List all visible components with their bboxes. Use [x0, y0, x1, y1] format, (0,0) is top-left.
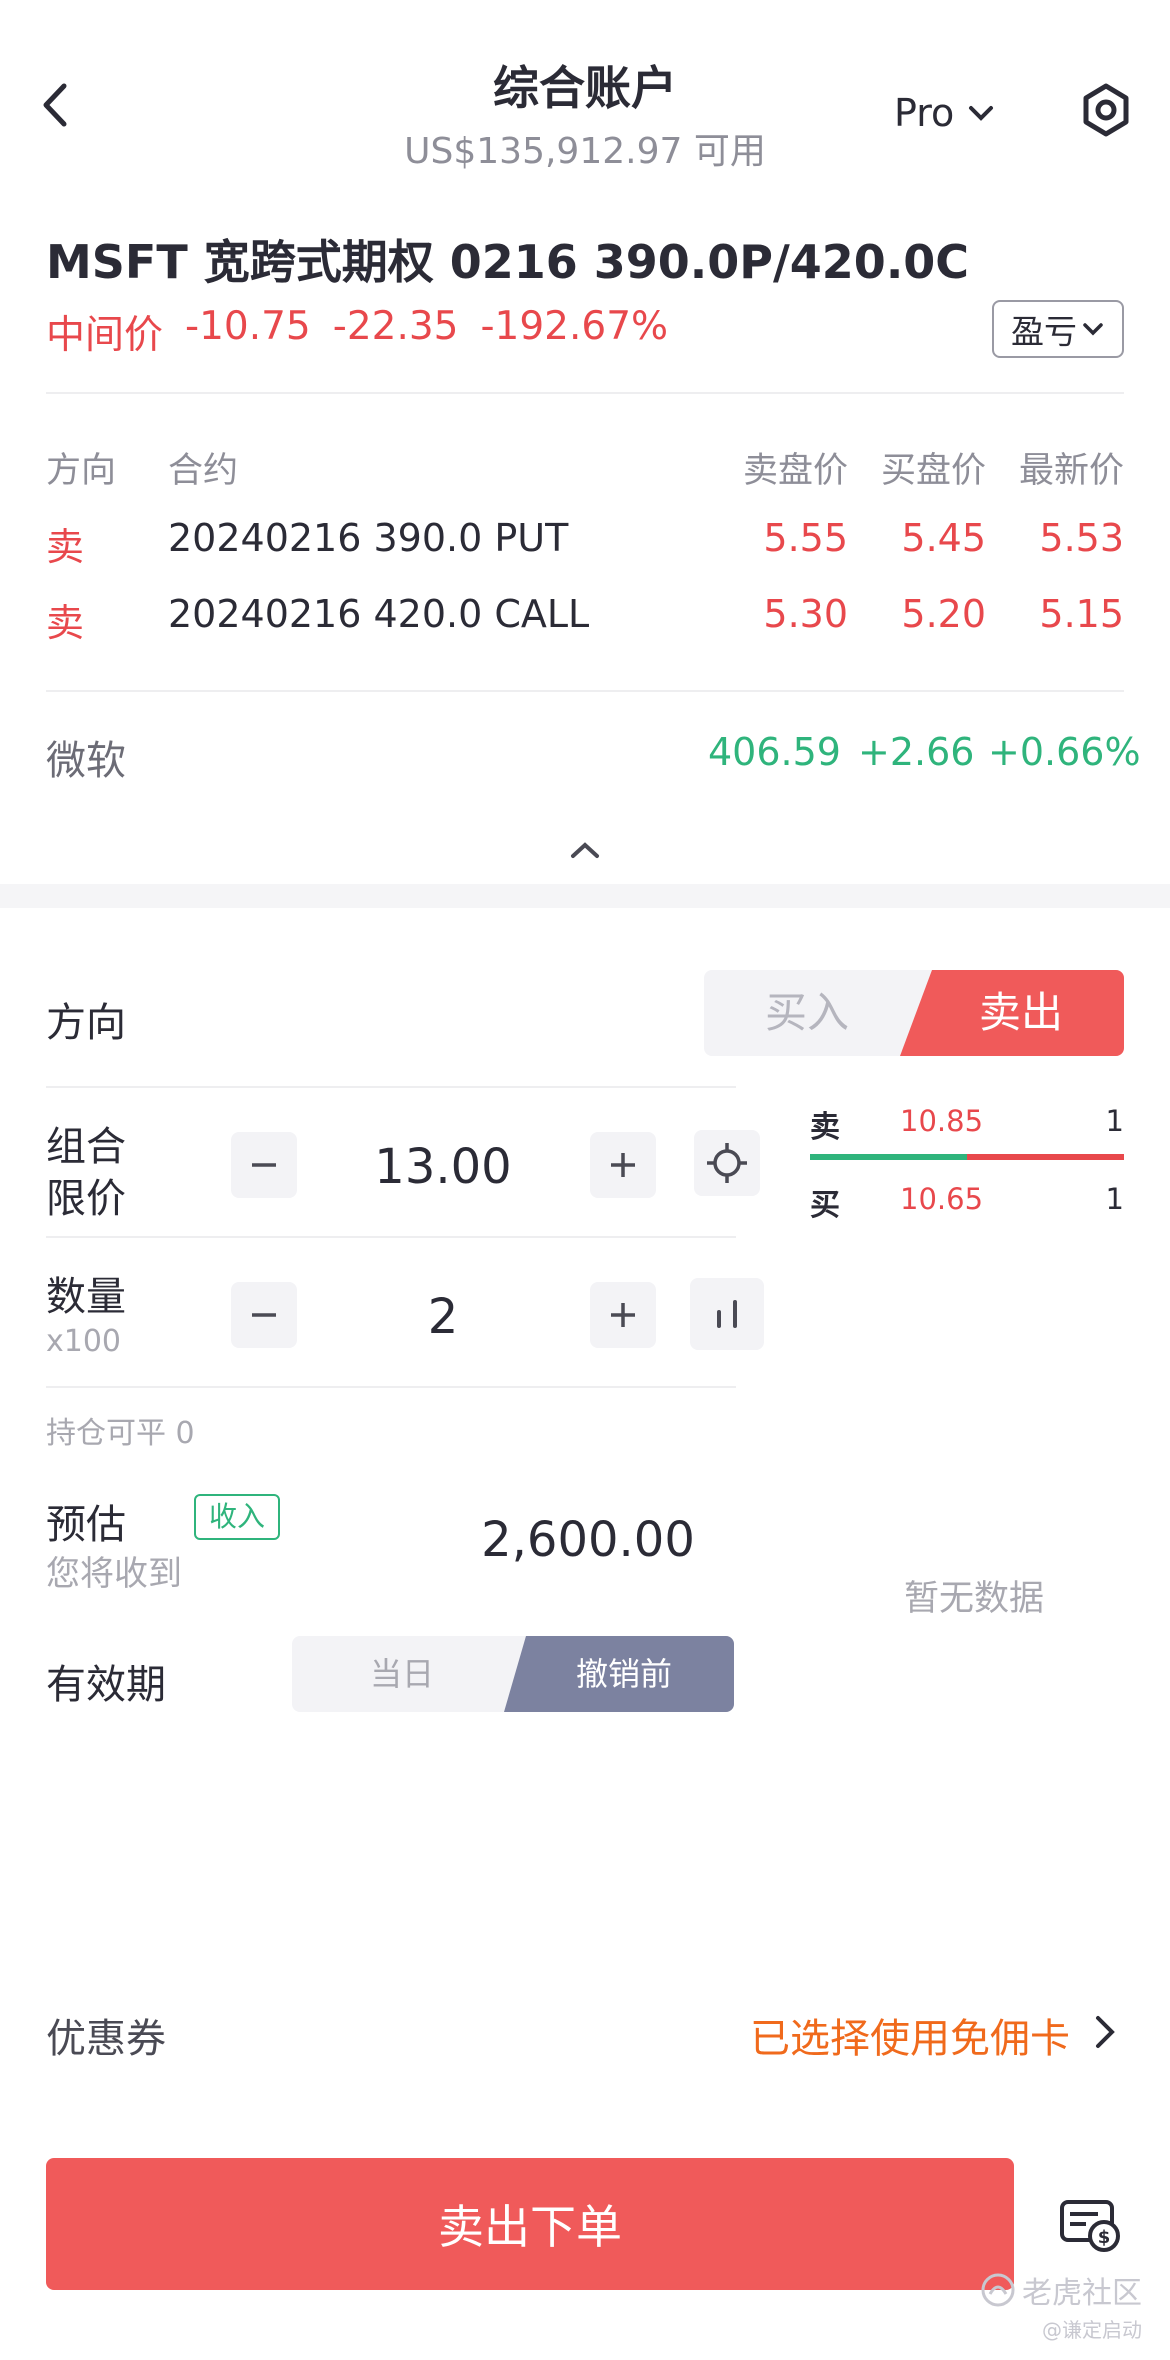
orderbook-no-data: 暂无数据 [904, 1579, 1045, 1619]
bid-ratio-fill [810, 1154, 967, 1160]
tiger-logo-icon [981, 2273, 1015, 2307]
minus-icon [252, 1313, 276, 1317]
price-decrement-button[interactable] [231, 1132, 297, 1198]
pnl-button-label: 盈亏 [1011, 312, 1077, 351]
section-gap [0, 884, 1170, 908]
orderbook-bid-size: 1 [1105, 1182, 1124, 1216]
quantity-label: 数量 [46, 1274, 126, 1320]
coupon-value: 已选择使用免佣卡 [750, 2016, 1070, 2062]
plus-icon [611, 1153, 635, 1177]
submit-order-button[interactable]: 卖出下单 [46, 2158, 1014, 2290]
divider [46, 1086, 736, 1088]
leg-ask: 5.30 [763, 592, 848, 636]
col-header-direction: 方向 [46, 451, 117, 491]
orderbook-ratio-bar [810, 1154, 1124, 1160]
orderbook-ask-label: 卖 [810, 1110, 840, 1145]
chevron-up-icon [571, 842, 599, 858]
divider [46, 1386, 736, 1388]
watermark-brand: 老虎社区 [980, 2268, 1160, 2312]
validity-toggle: 当日 撤销前 [292, 1636, 734, 1712]
quantity-preset-button[interactable] [690, 1278, 764, 1350]
plus-icon [611, 1303, 635, 1327]
watermark-handle: @谦定启动 [1042, 2318, 1142, 2342]
settings-button[interactable] [1078, 82, 1134, 138]
mode-selector[interactable]: Pro [894, 88, 996, 138]
coupon-label: 优惠券 [46, 2016, 166, 2062]
leg-ask: 5.55 [763, 516, 848, 560]
strategy-price-line: 中间价 -10.75 -22.35 -192.67% [46, 304, 668, 360]
fee-icon: $ [1060, 2200, 1120, 2252]
mid-price: -10.75 [185, 304, 311, 349]
leg-direction: 卖 [46, 525, 85, 569]
limit-label-line2: 限价 [46, 1176, 126, 1222]
quantity-unit: x100 [46, 1324, 122, 1359]
col-header-ask: 卖盘价 [742, 451, 848, 491]
income-badge: 收入 [194, 1494, 280, 1540]
leg-last: 5.53 [1039, 516, 1124, 560]
estimate-sublabel: 您将收到 [46, 1554, 182, 1594]
limit-label-line1: 组合 [46, 1124, 126, 1170]
watermark-brand-text: 老虎社区 [1022, 2276, 1142, 2311]
underlying-change-pct: +0.66% [988, 730, 1141, 774]
leg-bid: 5.20 [901, 592, 986, 636]
price-change-pct: -192.67% [480, 304, 669, 349]
col-header-last: 最新价 [1018, 451, 1124, 491]
validity-gtc-option[interactable]: 撤销前 [514, 1636, 734, 1712]
direction-toggle: 买入 卖出 [704, 970, 1124, 1056]
watermark: 老虎社区 @谦定启动 [980, 2268, 1160, 2343]
validity-label: 有效期 [46, 1662, 166, 1708]
divider [46, 1236, 736, 1238]
divider [46, 690, 1124, 692]
divider [46, 392, 1124, 394]
quantity-decrement-button[interactable] [231, 1282, 297, 1348]
underlying-change: +2.66 [858, 730, 975, 774]
underlying-price: 406.59 [708, 730, 841, 774]
estimate-label: 预估 [46, 1502, 126, 1548]
estimate-value: 2,600.00 [481, 1512, 695, 1568]
strategy-name: MSFT 宽跨式期权 0216 390.0P/420.0C [46, 235, 970, 289]
mode-label: Pro [894, 91, 955, 135]
validity-day-option[interactable]: 当日 [292, 1636, 512, 1712]
leg-contract: 20240216 390.0 PUT [168, 516, 569, 560]
coupon-row[interactable]: 优惠券 已选择使用免佣卡 [46, 2000, 1124, 2064]
fee-details-button[interactable]: $ [1058, 2196, 1124, 2256]
col-header-contract: 合约 [168, 451, 239, 491]
chevron-right-icon [1096, 2016, 1115, 2048]
col-header-bid: 买盘价 [880, 451, 986, 491]
quantity-increment-button[interactable] [590, 1282, 656, 1348]
orderbook-ask-price: 10.85 [900, 1104, 984, 1138]
pnl-button[interactable]: 盈亏 [992, 300, 1124, 358]
chevron-down-icon [1083, 323, 1103, 336]
price-increment-button[interactable] [590, 1132, 656, 1198]
limit-price-input[interactable]: 13.00 [300, 1134, 586, 1200]
mid-price-label: 中间价 [46, 313, 164, 358]
submit-order-label: 卖出下单 [438, 2200, 622, 2254]
buy-option[interactable]: 买入 [704, 970, 910, 1056]
orderbook-bid-label: 买 [810, 1188, 840, 1223]
orderbook-bid-price: 10.65 [900, 1182, 984, 1216]
sell-option[interactable]: 卖出 [918, 970, 1124, 1056]
quantity-input[interactable]: 2 [300, 1284, 586, 1350]
bar-chart-icon [717, 1300, 737, 1328]
leg-last: 5.15 [1039, 592, 1124, 636]
minus-icon [252, 1163, 276, 1167]
leg-contract: 20240216 420.0 CALL [168, 592, 590, 636]
leg-direction: 卖 [46, 601, 85, 645]
crosshair-icon [707, 1143, 747, 1183]
chevron-down-icon [969, 106, 994, 121]
gear-icon [1083, 83, 1129, 137]
orderbook-ask-size: 1 [1105, 1104, 1124, 1138]
direction-label: 方向 [46, 1000, 126, 1046]
locate-price-button[interactable] [694, 1130, 760, 1196]
collapse-button[interactable] [565, 836, 605, 864]
position-closable: 持仓可平 0 [46, 1416, 195, 1451]
price-change: -22.35 [332, 304, 459, 349]
svg-text:$: $ [1098, 2227, 1111, 2248]
underlying-name: 微软 [46, 738, 126, 784]
leg-bid: 5.45 [901, 516, 986, 560]
